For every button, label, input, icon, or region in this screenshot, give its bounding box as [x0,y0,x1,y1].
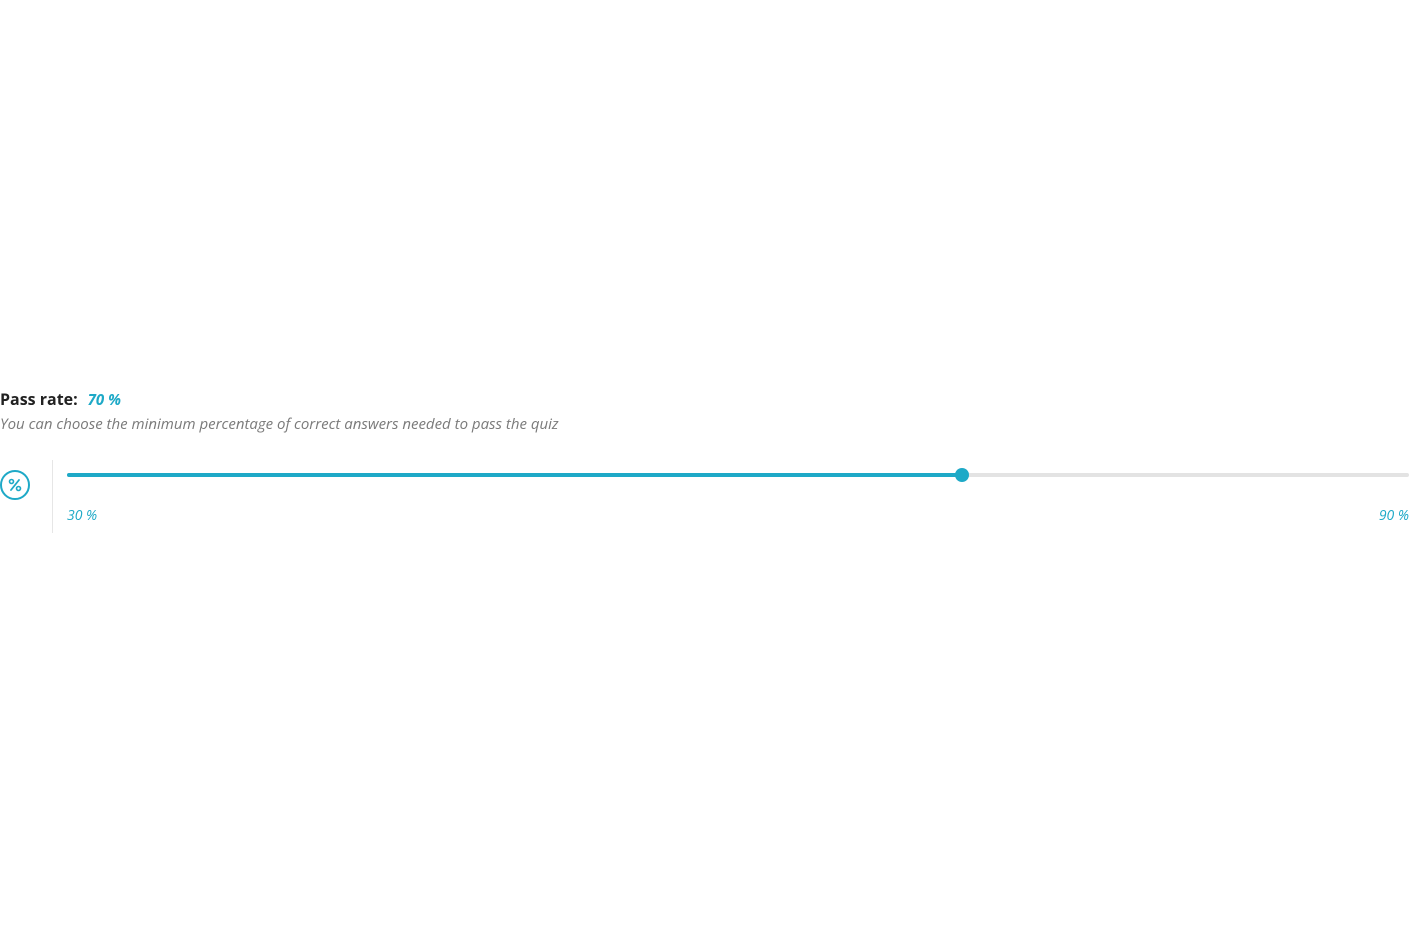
slider-area: 30 % 90 % [67,468,1409,525]
slider-track-fill [67,473,962,477]
icon-cell [0,468,32,500]
pass-rate-description: You can choose the minimum percentage of… [0,414,1409,434]
pass-rate-value: 70 % [88,390,121,410]
pass-rate-slider[interactable] [67,468,1409,482]
pass-rate-header: Pass rate: 70 % [0,388,1409,410]
vertical-divider [52,460,53,533]
slider-max-label: 90 % [1379,506,1409,525]
slider-row: 30 % 90 % [0,468,1409,525]
slider-min-label: 30 % [67,506,97,525]
pass-rate-section: Pass rate: 70 % You can choose the minim… [0,388,1409,525]
slider-labels: 30 % 90 % [67,506,1409,525]
slider-thumb[interactable] [955,468,969,482]
pass-rate-label: Pass rate: [0,388,78,410]
percent-icon [0,470,30,500]
